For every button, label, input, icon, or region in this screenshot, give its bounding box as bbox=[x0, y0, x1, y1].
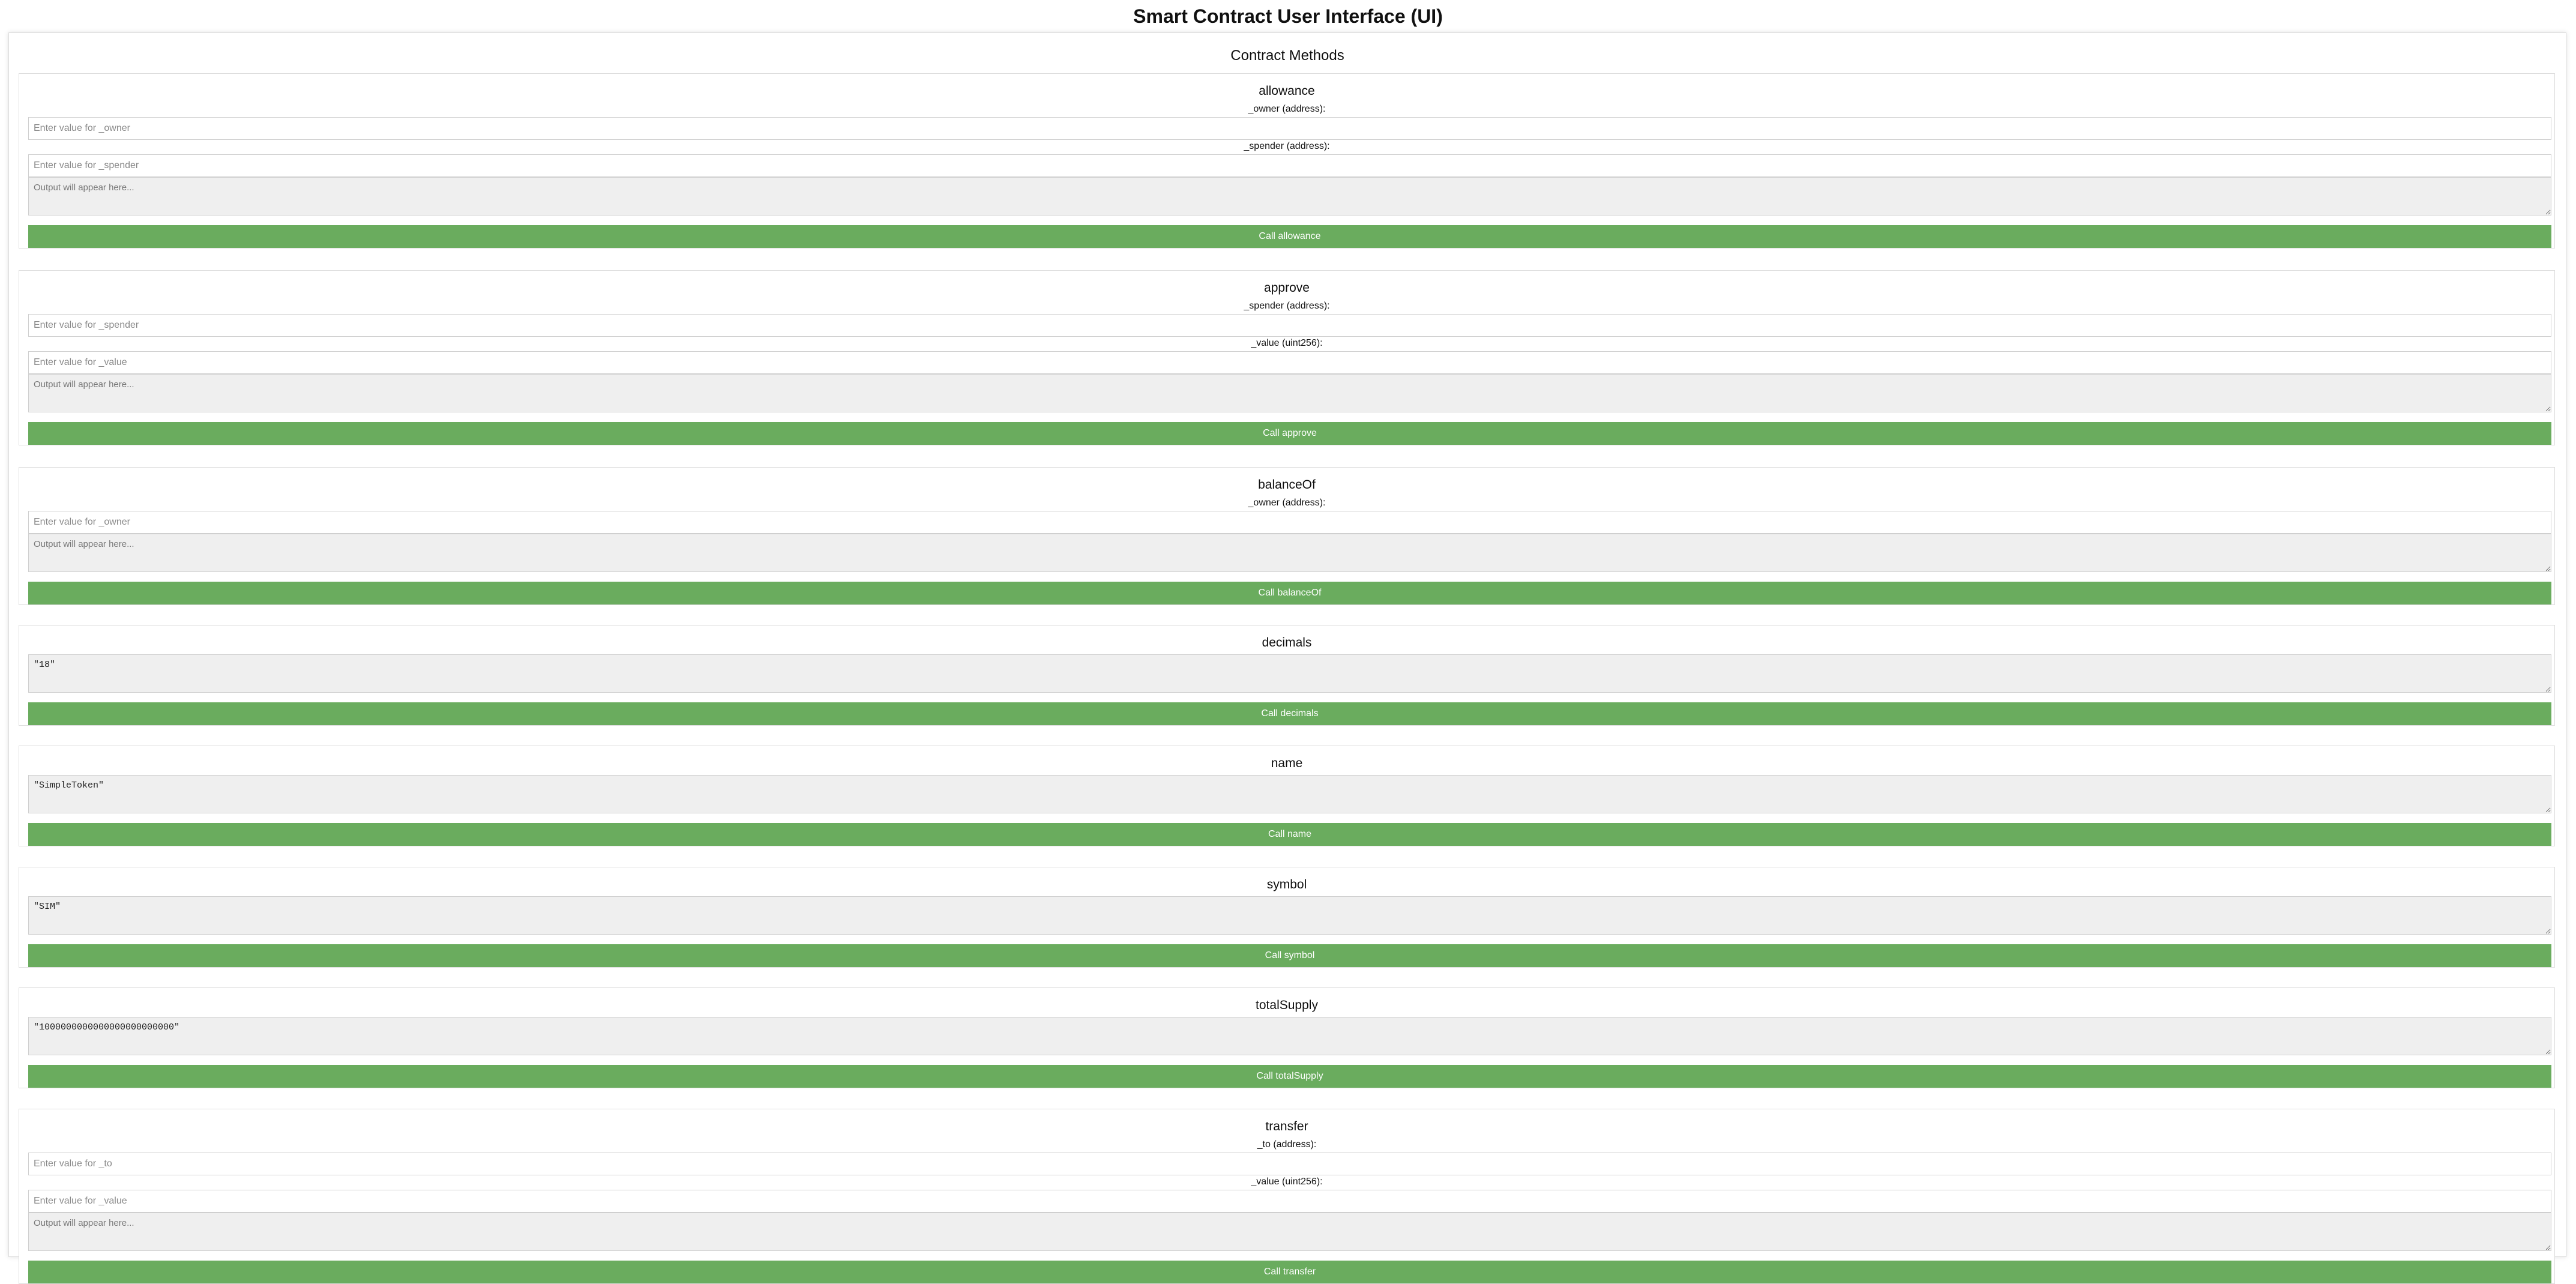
method-card-allowance: allowance _owner (address): _spender (ad… bbox=[19, 73, 2555, 249]
call-transfer-button[interactable]: Call transfer bbox=[28, 1261, 2551, 1283]
call-decimals-button[interactable]: Call decimals bbox=[28, 702, 2551, 725]
method-title: allowance bbox=[1259, 84, 1315, 98]
contract-methods-panel: Contract Methods allowance _owner (addre… bbox=[8, 32, 2566, 1284]
method-card-symbol: symbol "SIM" Call symbol bbox=[19, 867, 2555, 968]
spender-input[interactable] bbox=[28, 314, 2551, 337]
param-label: _value (uint256): bbox=[1251, 338, 1323, 348]
call-name-button[interactable]: Call name bbox=[28, 823, 2551, 846]
method-card-transfer: transfer _to (address): _value (uint256)… bbox=[19, 1109, 2555, 1284]
output-box[interactable]: "SimpleToken" bbox=[28, 775, 2551, 813]
param-label: _spender (address): bbox=[1244, 141, 1330, 151]
method-title: decimals bbox=[1262, 636, 1312, 650]
call-totalsupply-button[interactable]: Call totalSupply bbox=[28, 1065, 2551, 1088]
method-card-approve: approve _spender (address): _value (uint… bbox=[19, 270, 2555, 445]
call-balanceof-button[interactable]: Call balanceOf bbox=[28, 582, 2551, 604]
owner-input[interactable] bbox=[28, 511, 2551, 534]
output-box[interactable]: "18" bbox=[28, 654, 2551, 693]
value-input[interactable] bbox=[28, 351, 2551, 374]
output-box[interactable] bbox=[28, 1213, 2551, 1251]
method-card-balanceof: balanceOf _owner (address): Call balance… bbox=[19, 467, 2555, 605]
method-title: transfer bbox=[1265, 1120, 1308, 1133]
method-title: balanceOf bbox=[1258, 478, 1316, 492]
page-title: Smart Contract User Interface (UI) bbox=[1133, 5, 1443, 27]
output-box[interactable] bbox=[28, 177, 2551, 216]
method-title: approve bbox=[1264, 281, 1310, 295]
param-label: _owner (address): bbox=[1248, 104, 1326, 114]
output-box[interactable] bbox=[28, 534, 2551, 572]
spender-input[interactable] bbox=[28, 154, 2551, 177]
param-label: _owner (address): bbox=[1248, 498, 1326, 508]
owner-input[interactable] bbox=[28, 117, 2551, 140]
value-input[interactable] bbox=[28, 1190, 2551, 1213]
output-box[interactable] bbox=[28, 374, 2551, 412]
call-approve-button[interactable]: Call approve bbox=[28, 422, 2551, 445]
method-title: totalSupply bbox=[1256, 998, 1318, 1012]
method-card-totalsupply: totalSupply "1000000000000000000000000" … bbox=[19, 987, 2555, 1088]
param-label: _value (uint256): bbox=[1251, 1177, 1323, 1187]
to-input[interactable] bbox=[28, 1153, 2551, 1175]
call-allowance-button[interactable]: Call allowance bbox=[28, 225, 2551, 248]
call-symbol-button[interactable]: Call symbol bbox=[28, 944, 2551, 967]
param-label: _to (address): bbox=[1257, 1139, 1317, 1150]
method-card-decimals: decimals "18" Call decimals bbox=[19, 625, 2555, 726]
method-title: name bbox=[1271, 756, 1303, 770]
panel-title: Contract Methods bbox=[1230, 47, 1344, 64]
method-card-name: name "SimpleToken" Call name bbox=[19, 746, 2555, 846]
param-label: _spender (address): bbox=[1244, 301, 1330, 311]
output-box[interactable]: "1000000000000000000000000" bbox=[28, 1017, 2551, 1055]
method-title: symbol bbox=[1266, 878, 1307, 891]
output-box[interactable]: "SIM" bbox=[28, 896, 2551, 935]
